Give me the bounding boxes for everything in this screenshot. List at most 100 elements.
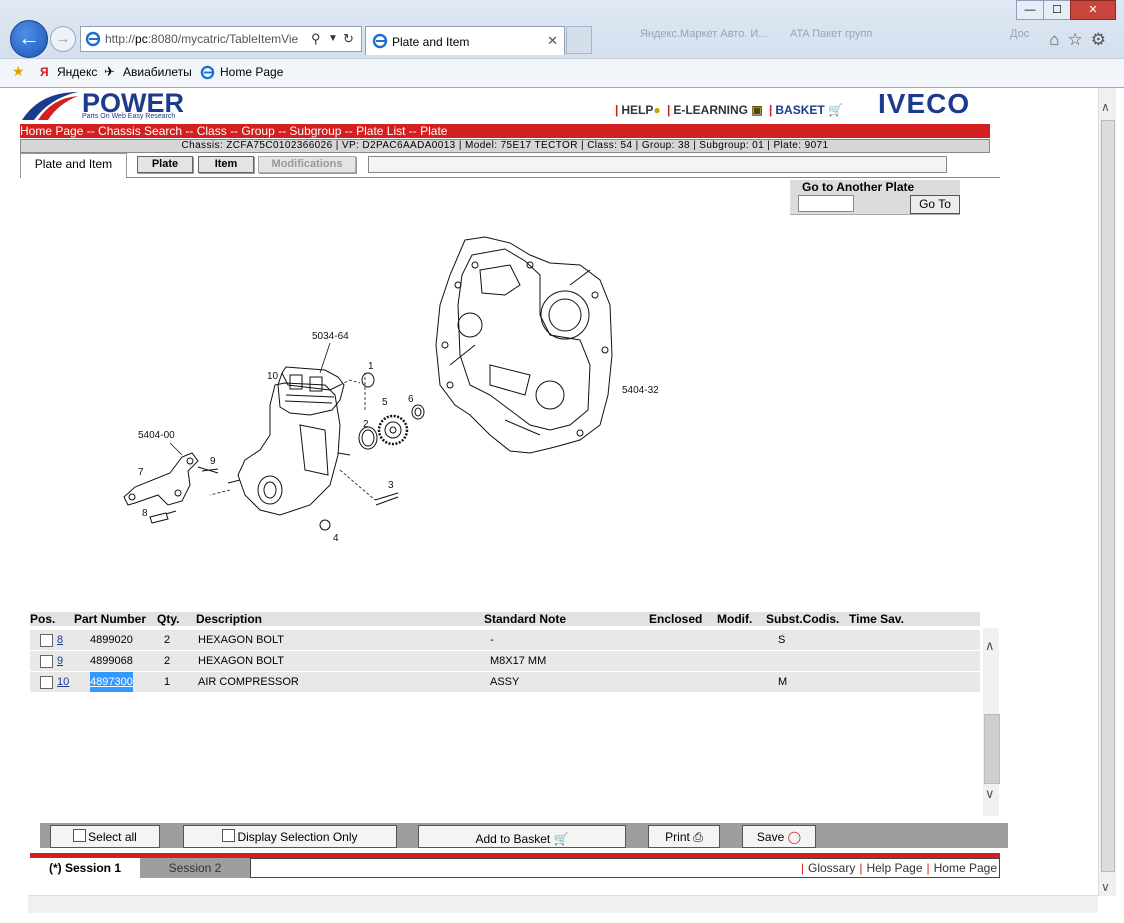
printer-icon: ⎙	[693, 830, 703, 844]
bracket-drawing	[123, 452, 399, 524]
goto-plate-input[interactable]	[798, 195, 854, 212]
logo-swoosh-icon	[22, 92, 78, 120]
search-icon[interactable]: ⚲	[311, 31, 321, 47]
callout-label[interactable]: 3	[388, 480, 394, 491]
browser-tools: ⌂☆⚙	[1049, 30, 1114, 50]
table-scrollbar[interactable]: ∧ ∨	[983, 628, 1000, 816]
scrollbar-thumb[interactable]	[1101, 120, 1115, 872]
callout-label[interactable]: 5404-32	[622, 385, 659, 396]
modifications-button[interactable]: Modifications	[258, 156, 356, 173]
col-pos: Pos.	[30, 612, 56, 626]
save-button[interactable]: Save ◯	[742, 825, 816, 848]
ie-icon	[372, 33, 388, 49]
table-row[interactable]: 9 4899068 2 HEXAGON BOLT M8X17 MM	[30, 651, 980, 672]
save-icon: ◯	[787, 830, 802, 844]
callout-label[interactable]: 1	[368, 361, 374, 372]
row-part-number[interactable]: 4897300	[90, 672, 133, 692]
row-checkbox[interactable]	[40, 676, 53, 689]
callout-label[interactable]: 5	[382, 397, 388, 408]
breadcrumb[interactable]: Home Page -- Chassis Search -- Class -- …	[20, 124, 990, 138]
minimize-button[interactable]: —	[1016, 0, 1044, 20]
row-checkbox[interactable]	[40, 655, 53, 668]
add-to-basket-button[interactable]: Add to Basket 🛒	[418, 825, 626, 848]
new-tab-button[interactable]	[566, 26, 592, 54]
callout-label[interactable]: 7	[138, 467, 144, 478]
item-button[interactable]: Item	[198, 156, 254, 173]
maximize-button[interactable]: ☐	[1043, 0, 1071, 20]
row-checkbox[interactable]	[40, 634, 53, 647]
select-all-checkbox[interactable]	[73, 829, 87, 842]
horizontal-scrollbar[interactable]	[28, 895, 1098, 913]
row-part-number[interactable]: 4899020	[90, 630, 133, 650]
col-enclosed: Enclosed	[649, 612, 703, 626]
window-controls: — ☐ ✕	[1016, 0, 1116, 20]
help-link[interactable]: HELP	[621, 103, 653, 117]
session-tab-1[interactable]: (*) Session 1	[30, 858, 140, 878]
tab-plate-and-item[interactable]: Plate and Item	[20, 153, 127, 178]
scrollbar-thumb[interactable]	[984, 714, 1000, 784]
row-part-number[interactable]: 4899068	[90, 651, 133, 671]
air-compressor-drawing	[227, 366, 351, 531]
favorites-star-icon[interactable]: ★	[12, 63, 25, 80]
scroll-down-icon[interactable]: ∨	[985, 786, 995, 802]
tab-title: Plate and Item	[392, 35, 470, 49]
parts-drawing[interactable]: 5034-64 10 1 5 6 2 5404-00 9 7 8 3 4 540…	[110, 225, 690, 555]
session-tab-2[interactable]: Session 2	[140, 858, 250, 878]
browser-tab[interactable]: Яндекс.Маркет Авто. И...	[640, 28, 775, 48]
home-icon[interactable]: ⌂	[1049, 30, 1067, 49]
basket-link[interactable]: BASKET	[775, 103, 824, 117]
elearning-link[interactable]: E-LEARNING	[673, 103, 748, 117]
col-subst-codis: Subst.Codis.	[766, 612, 840, 626]
close-window-button[interactable]: ✕	[1070, 0, 1116, 20]
callout-label[interactable]: 4	[333, 533, 339, 544]
ie-icon	[200, 65, 215, 80]
url-text: http://pc:8080/mycatric/TableItemVie	[105, 32, 299, 46]
callout-label[interactable]: 2	[363, 419, 369, 430]
callout-label[interactable]: 5034-64	[312, 331, 349, 342]
back-button[interactable]: ←	[10, 20, 48, 58]
row-pos[interactable]: 10	[57, 672, 69, 692]
callout-label[interactable]: 6	[408, 394, 414, 405]
callout-label[interactable]: 8	[142, 508, 148, 519]
callout-label[interactable]: 5404-00	[138, 430, 175, 441]
scroll-up-icon[interactable]: ∧	[985, 638, 995, 654]
address-bar[interactable]: http://pc:8080/mycatric/TableItemVie ⚲ ▼…	[80, 26, 362, 52]
browser-tab-active[interactable]: Plate and Item ✕	[365, 26, 565, 55]
star-icon[interactable]: ☆	[1068, 30, 1091, 49]
row-pos[interactable]: 9	[57, 651, 63, 671]
callout-label[interactable]: 9	[210, 456, 216, 467]
gear-icon[interactable]: ⚙	[1091, 30, 1114, 49]
plate-button[interactable]: Plate	[137, 156, 193, 173]
power-logo[interactable]: POWER Parts On Web Easy Research	[20, 88, 188, 122]
refresh-icon[interactable]: ↻	[343, 31, 354, 47]
browser-tab[interactable]: Дос	[1010, 28, 1038, 48]
table-row[interactable]: 10 4897300 1 AIR COMPRESSOR ASSY M	[30, 672, 980, 693]
display-selection-checkbox[interactable]	[222, 829, 236, 842]
row-note: ASSY	[490, 676, 520, 688]
callout-label[interactable]: 10	[267, 371, 279, 382]
favorite-link-yandex[interactable]: Яндекс	[57, 65, 97, 79]
favorite-link-aviabilety[interactable]: Авиабилеты	[123, 65, 192, 79]
scroll-down-icon[interactable]: ∨	[1101, 880, 1110, 894]
display-selection-only-button[interactable]: Display Selection Only	[183, 825, 397, 848]
forward-button[interactable]: →	[50, 26, 76, 52]
chassis-info: Chassis: ZCFA75C0102366026 | VP: D2PAC6A…	[20, 139, 990, 153]
arrow-right-icon: →	[56, 30, 70, 46]
row-pos[interactable]: 8	[57, 630, 63, 650]
table-row[interactable]: 8 4899020 2 HEXAGON BOLT - S	[30, 630, 980, 651]
close-tab-icon[interactable]: ✕	[547, 33, 558, 49]
help-page-link[interactable]: Help Page	[866, 861, 922, 875]
lightbulb-icon: ●	[653, 103, 661, 117]
col-part-number: Part Number	[74, 612, 147, 626]
scroll-up-icon[interactable]: ∧	[1101, 100, 1110, 114]
favorite-link-home[interactable]: Home Page	[220, 65, 283, 79]
iveco-logo: IVECO	[878, 88, 971, 119]
dropdown-icon[interactable]: ▼	[328, 33, 338, 44]
home-page-link[interactable]: Home Page	[934, 861, 997, 875]
select-all-button[interactable]: Select all	[50, 825, 160, 848]
print-button[interactable]: Print ⎙	[648, 825, 720, 848]
goto-button[interactable]: Go To	[910, 195, 960, 214]
glossary-link[interactable]: Glossary	[808, 861, 855, 875]
browser-tab[interactable]: ATA Пакет групп	[790, 28, 915, 48]
page-scrollbar[interactable]: ∧ ∨	[1098, 88, 1116, 896]
